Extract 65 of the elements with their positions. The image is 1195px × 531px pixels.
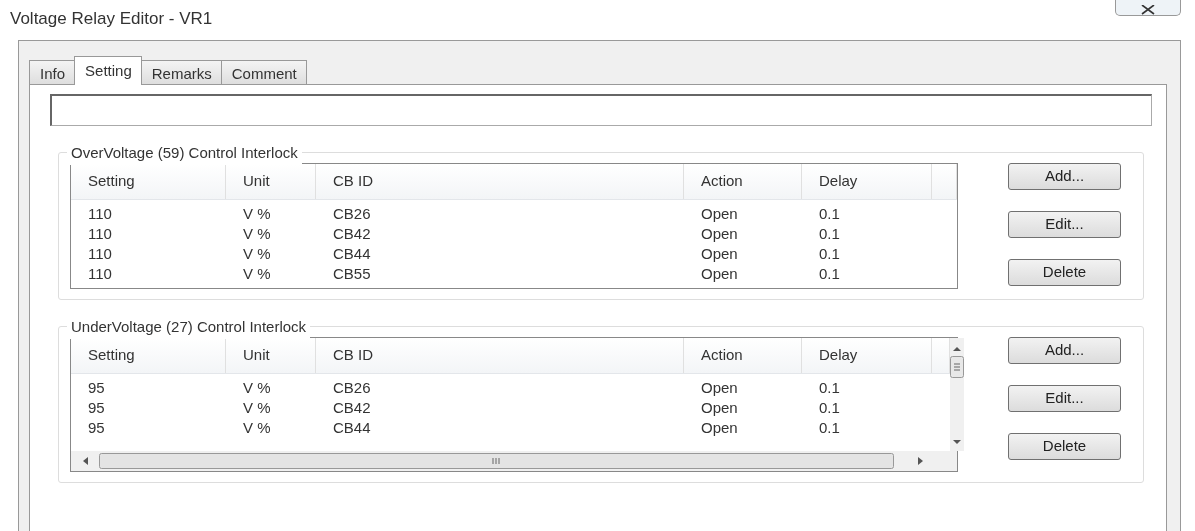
column-header[interactable]: Unit [226,164,316,199]
column-header[interactable]: Setting [71,164,226,199]
dialog-button[interactable]: Delete [1008,259,1121,286]
table-cell-text: CB26 [332,377,372,398]
table-cell-text: V % [242,417,272,438]
horizontal-scrollbar[interactable] [71,451,957,471]
table-cell-text: Open [700,377,739,398]
table-cell-text: CB44 [332,243,372,264]
column-header[interactable]: Delay [802,338,932,373]
column-header[interactable]: Action [684,164,802,199]
table-cell-text: 0.1 [818,263,841,284]
table-cell-text: CB55 [332,263,372,284]
table-cell-text: 0.1 [818,377,841,398]
tab[interactable]: Info [29,60,76,84]
tab[interactable]: Setting [74,56,142,85]
table-cell-text: 0.1 [818,397,841,418]
scroll-thumb[interactable] [950,356,964,378]
table-cell-text: V % [242,203,272,224]
table-cell-text: 0.1 [818,417,841,438]
table-cell-text: 0.1 [818,223,841,244]
table-cell-text: Open [700,417,739,438]
dialog-button[interactable]: Delete [1008,433,1121,460]
dialog-button[interactable]: Edit... [1008,385,1121,412]
dialog-button[interactable]: Add... [1008,163,1121,190]
close-button[interactable] [1115,0,1181,16]
table-cell-text: 110 [87,203,113,224]
table-cell-text: V % [242,263,272,284]
text-field[interactable] [50,94,1152,126]
tab[interactable]: Comment [220,60,307,84]
table-cell-text: 95 [87,377,106,398]
table-cell-text: V % [242,223,272,244]
table-cell-text: 110 [87,223,113,244]
table-cell-text: 0.1 [818,243,841,264]
scroll-thumb[interactable] [99,452,894,470]
dialog-button[interactable]: Edit... [1008,211,1121,238]
table-cell-text: 95 [87,397,106,418]
column-header[interactable]: CB ID [316,338,684,373]
table-cell-text: Open [700,243,739,264]
scroll-up-icon[interactable] [952,346,962,352]
table-cell-text: 95 [87,417,106,438]
table-cell-text: V % [242,397,272,418]
table-cell-text: V % [242,243,272,264]
window-title: Voltage Relay Editor - VR1 [9,8,214,30]
column-header[interactable]: CB ID [316,164,684,199]
dialog-button[interactable]: Add... [1008,337,1121,364]
table-cell-text: 0.1 [818,203,841,224]
tab[interactable]: Remarks [140,60,222,84]
close-icon [1140,5,1156,15]
table-cell-text: CB42 [332,223,372,244]
column-header[interactable]: Setting [71,338,226,373]
table-cell-text: 110 [87,243,113,264]
table-cell-text: V % [242,377,272,398]
table-cell-text: Open [700,397,739,418]
table-cell-text: Open [700,223,739,244]
table-cell-text: CB44 [332,417,372,438]
table-cell-text: 110 [87,263,113,284]
vertical-scrollbar[interactable] [950,338,964,451]
scroll-down-icon[interactable] [952,439,962,445]
column-header[interactable]: Action [684,338,802,373]
column-header[interactable]: Delay [802,164,932,199]
table-cell-text: CB42 [332,397,372,418]
table-cell-text: Open [700,203,739,224]
table-cell-text: CB26 [332,203,372,224]
column-header[interactable]: Unit [226,338,316,373]
table-cell-text: Open [700,263,739,284]
